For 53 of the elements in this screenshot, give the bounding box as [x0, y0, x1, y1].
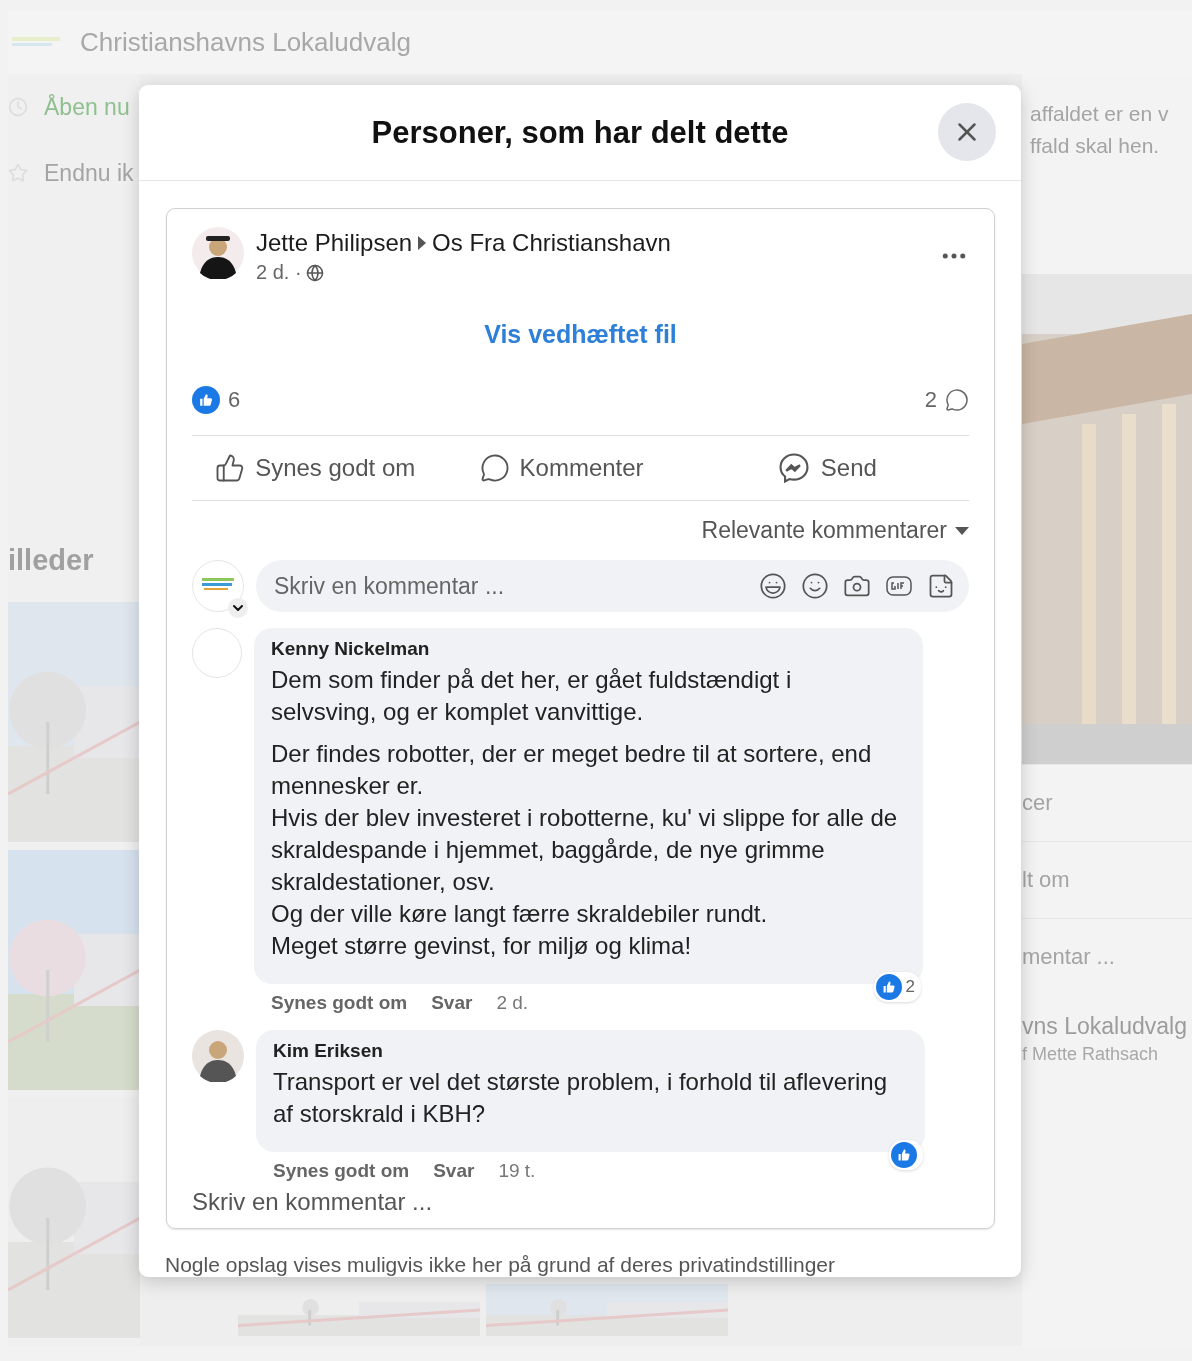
dialog-title: Personer, som har delt dette — [371, 114, 789, 151]
reaction-badge[interactable] — [889, 1140, 923, 1170]
smiley-icon[interactable] — [801, 572, 829, 600]
privacy-note: Nogle opslag vises muligvis ikke her på grund af deres privatindstillinger — [165, 1253, 836, 1277]
reply-link[interactable]: Svar — [431, 992, 473, 1014]
page-name: vns Lokaludvalg — [1022, 1012, 1188, 1041]
triangle-icon — [418, 236, 427, 250]
page-title: Christianshavns Lokaludvalg — [80, 26, 411, 58]
action-button[interactable]: Send — [684, 444, 969, 492]
post-time[interactable]: 2 d. · — [256, 261, 302, 284]
commenter-name[interactable]: Kim Eriksen — [273, 1040, 901, 1062]
author-name[interactable]: Jette Philipsen — [256, 229, 413, 257]
comment-text: Dem som finder på det her, er gået fuldstændigt i selvsving, og er komplet vanvittige. — [271, 665, 793, 727]
post-text: ffald skal hen. — [1029, 134, 1161, 159]
comment-field[interactable]: Skriv en kommentar ... — [256, 560, 969, 612]
reply-link[interactable]: Svar — [433, 1160, 475, 1182]
commenter-name[interactable]: Kenny Nickelman — [271, 638, 899, 660]
action-button[interactable]: Kommenter — [438, 444, 685, 492]
like-reaction-icon — [875, 974, 902, 1000]
thumbs-up-icon — [215, 453, 246, 483]
reaction-badge[interactable]: 2 — [873, 972, 921, 1002]
reaction-count: 2 — [905, 977, 915, 997]
comment-time[interactable]: 19 t. — [498, 1160, 536, 1182]
like-link[interactable]: Synes godt om — [271, 992, 408, 1014]
like-reaction-icon — [192, 386, 220, 414]
post-text: affaldet er en v — [1029, 102, 1170, 127]
menu-label: mentar ... — [1022, 944, 1115, 970]
comment-text: Der findes robotter, der er meget bedre til at sortere, end mennesker er. Hvis der blev investeret i robotterne, ku' vi slippe for alle de skraldespande i hjemmet, baggårde, de nye grimme skraldestationer, osv. Og der ville køre langt færre skraldebiler rundt. Meget større gevinst, for miljø og klima! — [271, 739, 899, 961]
caret-icon — [955, 526, 969, 535]
menu-label: cer — [1022, 790, 1053, 816]
menu-label: lt om — [1022, 867, 1070, 893]
info-label: Åben nu — [44, 93, 130, 121]
like-reaction-icon — [891, 1142, 917, 1168]
speech-bubble-icon — [945, 388, 969, 412]
sort-dropdown[interactable]: Relevante kommentarer — [701, 517, 969, 544]
action-button[interactable]: Synes godt om — [192, 444, 439, 492]
sticker-icon[interactable] — [927, 572, 955, 600]
group-name[interactable]: Os Fra Christianshavn — [432, 229, 671, 257]
comment-count[interactable]: 2 — [924, 387, 937, 413]
comment-text: Transport er vel det største problem, i forhold til aflevering af storskrald i KBH? — [273, 1067, 889, 1129]
avatar — [192, 227, 244, 279]
comment-time[interactable]: 2 d. — [496, 992, 529, 1014]
write-comment-link[interactable]: Skriv en kommentar ... — [192, 1188, 969, 1216]
byline: f Mette Rathsach — [1022, 1043, 1160, 1066]
attachment-link[interactable]: Vis vedhæftet fil — [484, 320, 677, 349]
globe-icon — [305, 263, 324, 282]
speech-bubble-icon — [479, 453, 510, 483]
section-heading: illeder — [8, 544, 95, 578]
info-label: Endnu ik — [44, 159, 134, 187]
avatar-sticker-icon[interactable] — [759, 572, 787, 600]
like-count[interactable]: 6 — [228, 387, 241, 413]
comment-input[interactable]: Skriv en kommentar ... — [272, 571, 759, 601]
like-link[interactable]: Synes godt om — [273, 1160, 410, 1182]
